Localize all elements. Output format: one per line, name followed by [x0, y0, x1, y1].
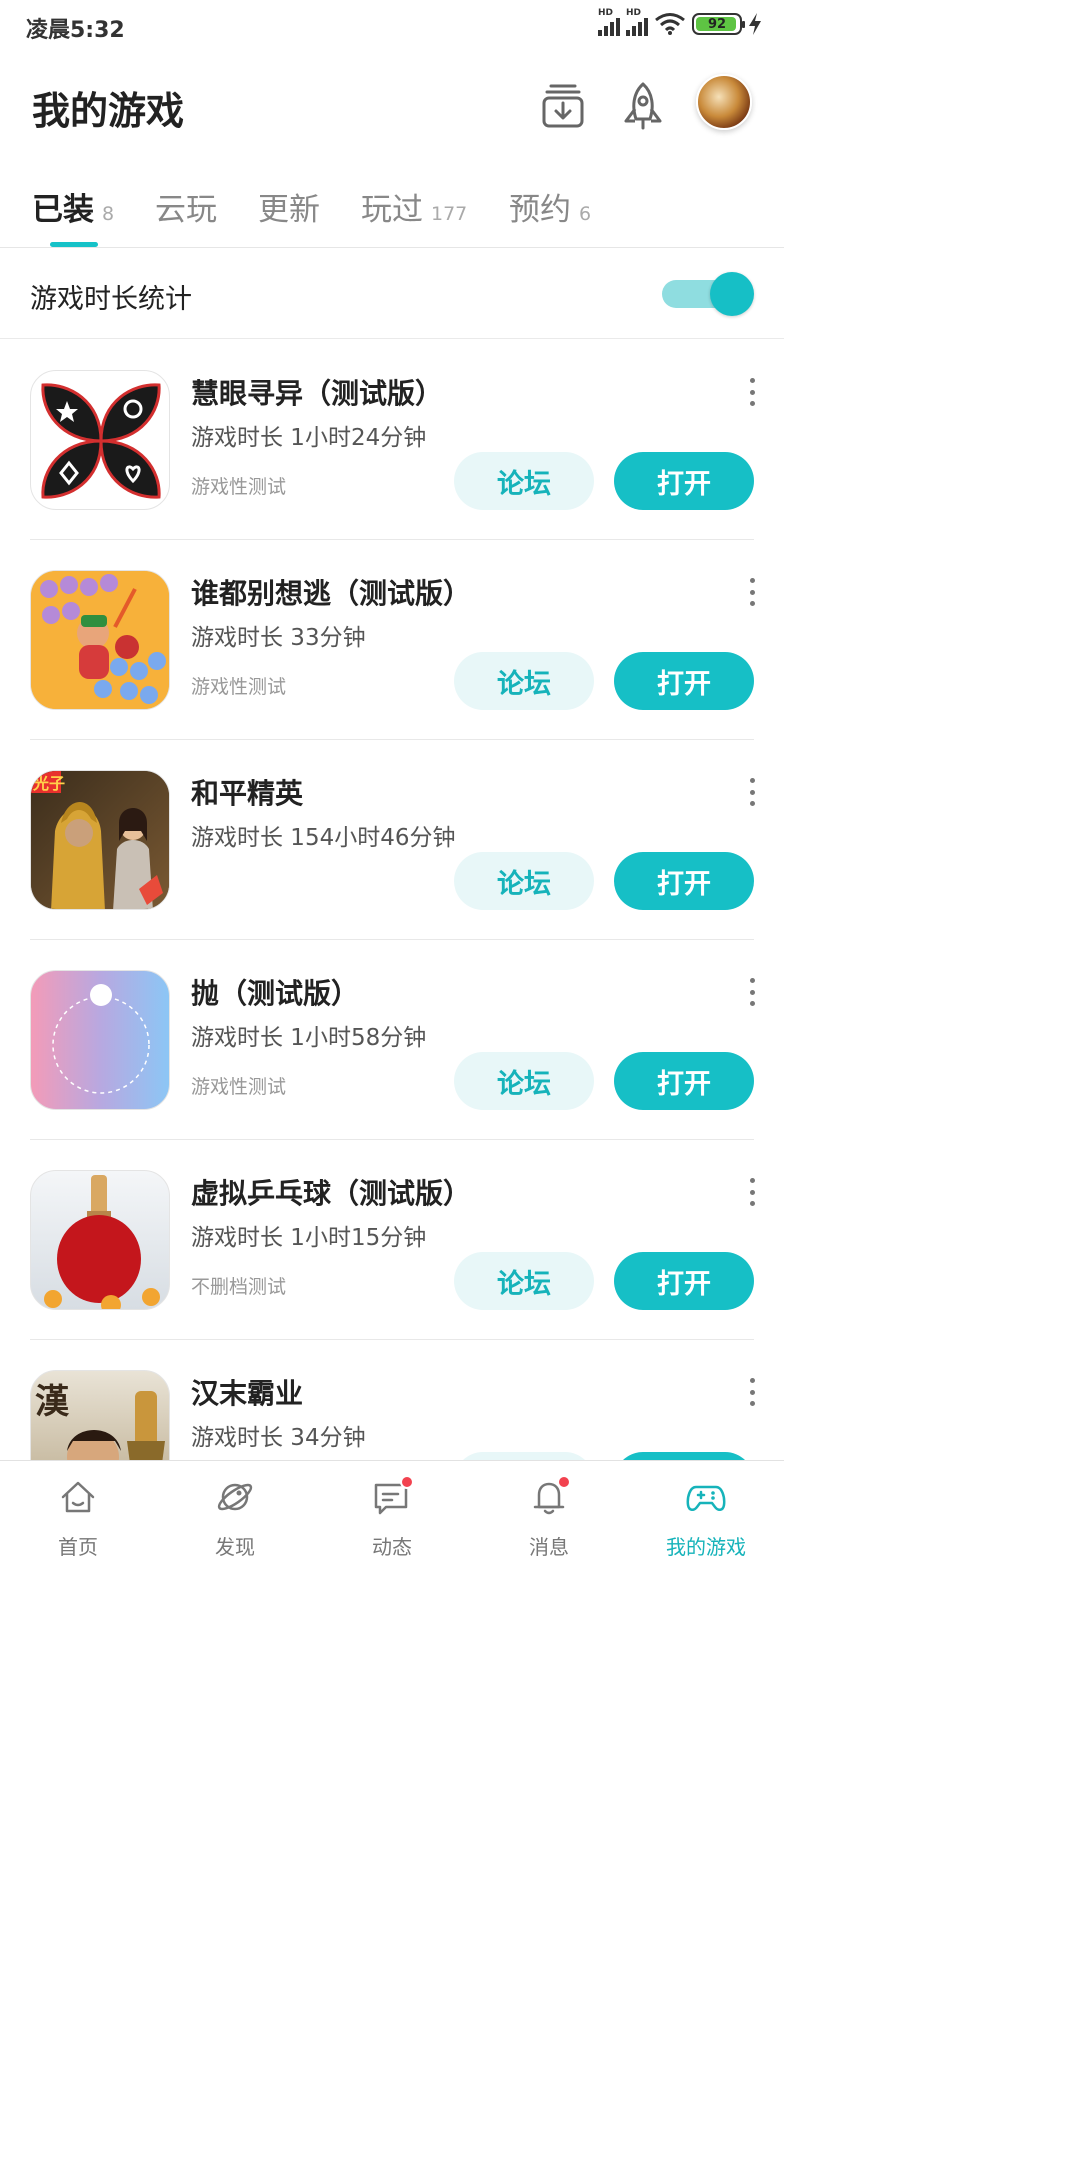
- rocket-icon: [624, 82, 662, 130]
- game-name: 虚拟乒乓球（测试版）: [191, 1177, 472, 1210]
- open-game-button[interactable]: 打开: [614, 1452, 754, 1460]
- game-playtime: 游戏时长 1小时15分钟: [191, 1225, 427, 1251]
- playtime-stat-label: 游戏时长统计: [30, 284, 192, 315]
- game-icon: 漢: [30, 1370, 170, 1460]
- tab-active-indicator: [50, 242, 98, 247]
- download-icon: [542, 84, 584, 128]
- status-icons: HD HD 92: [598, 8, 762, 36]
- more-options-icon[interactable]: [748, 1378, 756, 1406]
- game-icon: [30, 1170, 170, 1310]
- more-options-icon[interactable]: [748, 1178, 756, 1206]
- status-time: 凌晨5:32: [26, 18, 125, 43]
- game-card[interactable]: 抛（测试版） 游戏时长 1小时58分钟 游戏性测试 论坛 打开: [0, 940, 784, 1140]
- game-test-tag: 游戏性测试: [191, 1076, 287, 1098]
- battery-level: 92: [707, 16, 727, 32]
- game-playtime: 游戏时长 34分钟: [191, 1425, 366, 1451]
- game-icon: 光子: [30, 770, 170, 910]
- game-card[interactable]: 慧眼寻异（测试版） 游戏时长 1小时24分钟 游戏性测试 论坛 打开: [0, 340, 784, 540]
- game-test-tag: 不删档测试: [191, 1276, 287, 1298]
- nav-item-discover[interactable]: 发现: [157, 1461, 313, 1569]
- forum-button[interactable]: 论坛: [454, 1452, 594, 1460]
- more-options-icon[interactable]: [748, 578, 756, 606]
- signal-icon: HD: [626, 8, 648, 36]
- game-name: 汉末霸业: [191, 1377, 304, 1410]
- page-title: 我的游戏: [32, 89, 185, 133]
- game-playtime: 游戏时长 33分钟: [191, 625, 366, 651]
- game-playtime: 游戏时长 1小时58分钟: [191, 1025, 427, 1051]
- game-name: 谁都别想逃（测试版）: [191, 577, 472, 610]
- unread-badge: [400, 1475, 414, 1489]
- game-playtime: 游戏时长 1小时24分钟: [191, 425, 427, 451]
- game-name: 和平精英: [191, 777, 304, 810]
- more-options-icon[interactable]: [748, 778, 756, 806]
- status-bar: 凌晨5:32 HD HD 92: [0, 0, 784, 54]
- nav-item-messages[interactable]: 消息: [471, 1461, 627, 1569]
- game-accelerator-button[interactable]: [613, 76, 673, 136]
- installed-games-list: 慧眼寻异（测试版） 游戏时长 1小时24分钟 游戏性测试 论坛 打开 谁都别想逃…: [0, 340, 784, 1460]
- forum-button[interactable]: 论坛: [454, 1252, 594, 1310]
- open-game-button[interactable]: 打开: [614, 1052, 754, 1110]
- tab-updates[interactable]: 更新: [258, 184, 320, 229]
- nav-item-my-games[interactable]: 我的游戏: [628, 1461, 784, 1569]
- forum-button[interactable]: 论坛: [454, 1052, 594, 1110]
- download-manager-button[interactable]: [533, 76, 593, 136]
- open-game-button[interactable]: 打开: [614, 852, 754, 910]
- unread-badge: [557, 1475, 571, 1489]
- tab-installed[interactable]: 已装 8: [32, 184, 114, 247]
- icon-badge-text: 光子: [32, 774, 65, 793]
- gamepad-icon: [686, 1485, 726, 1511]
- playtime-stat-row: 游戏时长统计: [0, 249, 784, 339]
- nav-item-home[interactable]: 首页: [0, 1461, 156, 1569]
- battery-icon: 92: [692, 13, 745, 35]
- forum-button[interactable]: 论坛: [454, 652, 594, 710]
- home-icon: [61, 1481, 95, 1513]
- more-options-icon[interactable]: [748, 378, 756, 406]
- forum-button[interactable]: 论坛: [454, 852, 594, 910]
- forum-button[interactable]: 论坛: [454, 452, 594, 510]
- more-options-icon[interactable]: [748, 978, 756, 1006]
- open-game-button[interactable]: 打开: [614, 652, 754, 710]
- game-icon: [30, 570, 170, 710]
- bottom-nav: 首页 发现 动态 消息 我的游戏: [0, 1460, 784, 1568]
- game-icon: [30, 970, 170, 1110]
- game-card[interactable]: 谁都别想逃（测试版） 游戏时长 33分钟 游戏性测试 论坛 打开: [0, 540, 784, 740]
- tab-played[interactable]: 玩过 177: [361, 184, 467, 229]
- tab-cloud-play[interactable]: 云玩: [155, 184, 217, 229]
- game-card[interactable]: 光子 和平精英 游戏时长 154小时46分钟 论坛 打开: [0, 740, 784, 940]
- open-game-button[interactable]: 打开: [614, 1252, 754, 1310]
- open-game-button[interactable]: 打开: [614, 452, 754, 510]
- game-playtime: 游戏时长 154小时46分钟: [191, 825, 456, 851]
- icon-badge-text: 漢: [35, 1382, 70, 1422]
- game-test-tag: 游戏性测试: [191, 676, 287, 698]
- game-name: 抛（测试版）: [191, 977, 360, 1010]
- charging-icon: [749, 13, 761, 35]
- user-avatar[interactable]: [696, 74, 752, 130]
- signal-icon: HD: [598, 8, 620, 36]
- game-card[interactable]: 漢 汉末霸业 游戏时长 34分钟 论坛 打开: [0, 1340, 784, 1460]
- game-icon: [30, 370, 170, 510]
- tab-reserved[interactable]: 预约 6: [509, 184, 591, 229]
- app-header: 我的游戏: [0, 60, 784, 150]
- wifi-icon: [655, 13, 685, 35]
- planet-icon: [217, 1483, 253, 1511]
- game-name: 慧眼寻异（测试版）: [191, 377, 444, 410]
- nav-item-feed[interactable]: 动态: [314, 1461, 470, 1569]
- game-card[interactable]: 虚拟乒乓球（测试版） 游戏时长 1小时15分钟 不删档测试 论坛 打开: [0, 1140, 784, 1340]
- tab-bar: 已装 8 云玩 更新 玩过 177 预约 6: [0, 170, 784, 248]
- playtime-stat-toggle[interactable]: [662, 272, 754, 316]
- game-test-tag: 游戏性测试: [191, 476, 287, 498]
